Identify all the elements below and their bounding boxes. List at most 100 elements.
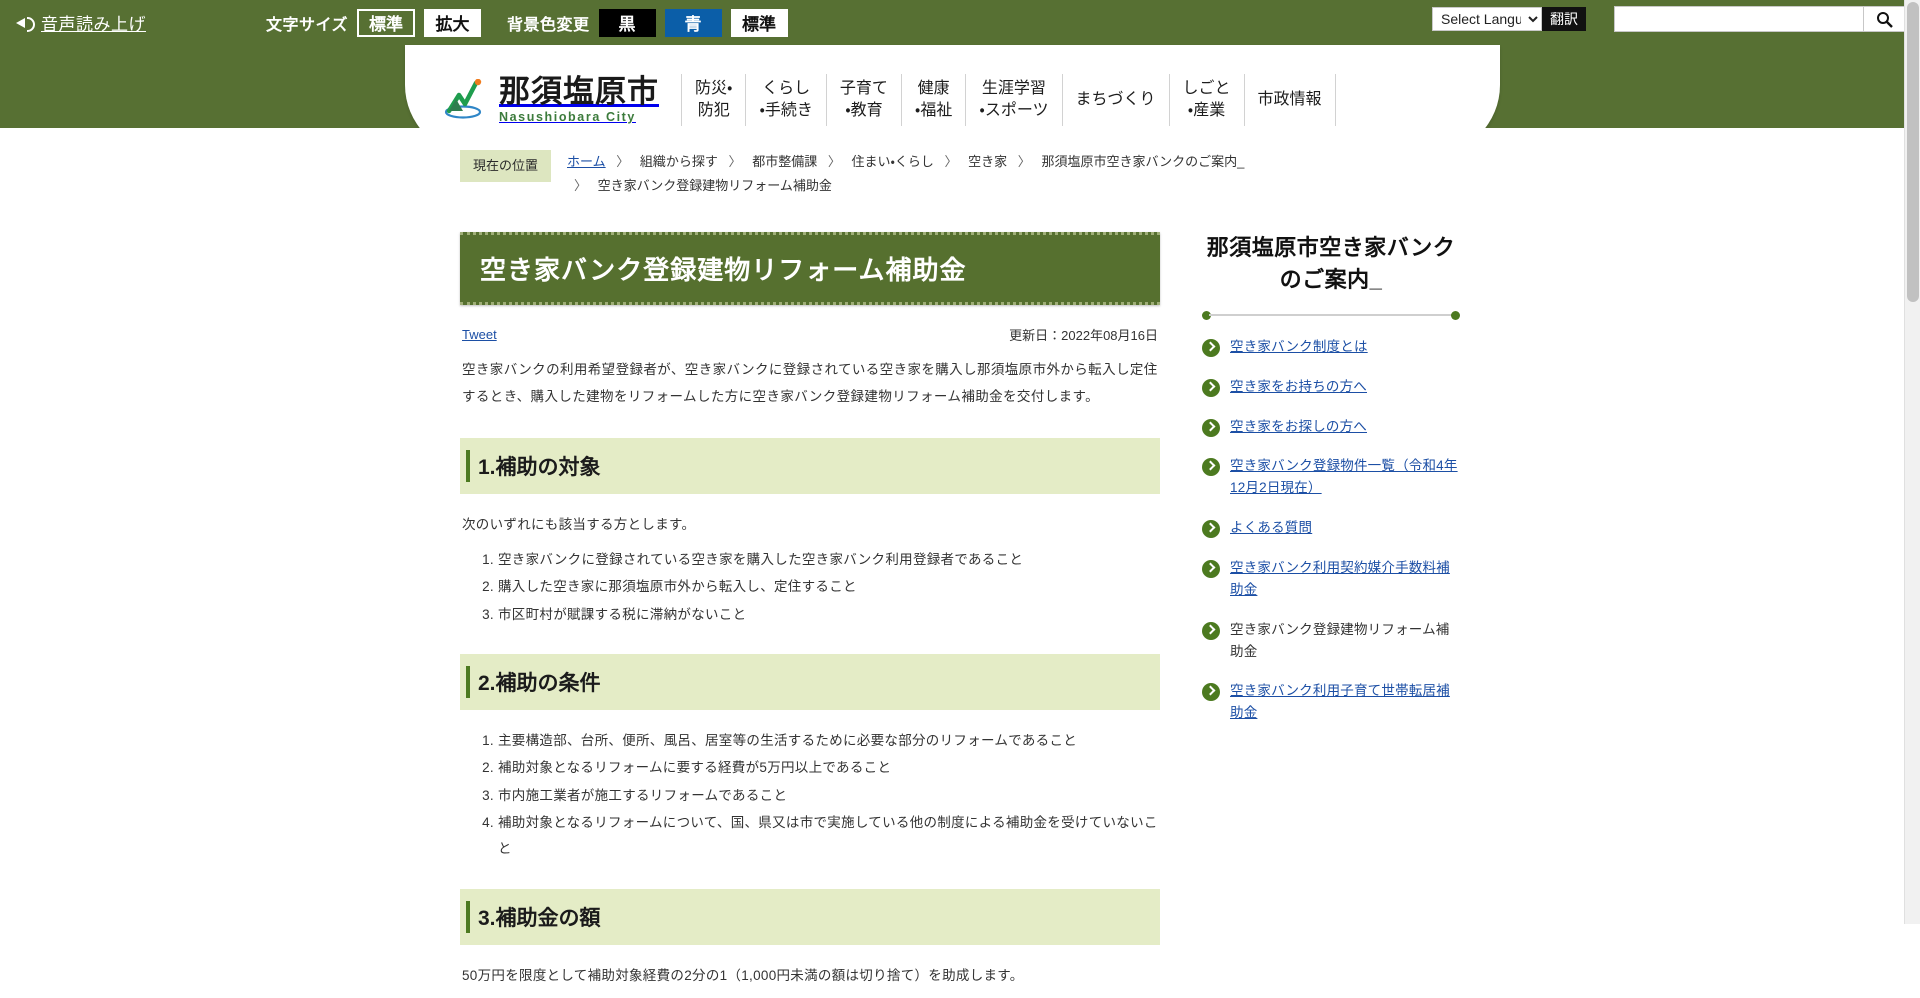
mountain-logo-icon: [443, 78, 489, 121]
breadcrumb-item-akiya-bank-guide[interactable]: 那須塩原市空き家バンクのご案内_: [1041, 154, 1244, 169]
chevron-right-icon: [1202, 338, 1220, 357]
divider-bar: [1209, 313, 1453, 316]
font-size-large-button[interactable]: 拡大: [424, 8, 482, 37]
nav-label-line1: 健康: [917, 80, 950, 98]
sidebar-item-brokerage-subsidy[interactable]: 空き家バンク利用契約媒介手数料補助金: [1202, 557, 1460, 601]
article-meta: Tweet 更新日：2022年08月16日: [462, 325, 1158, 344]
sidebar-link-label[interactable]: 空き家をお持ちの方へ: [1230, 376, 1367, 398]
breadcrumb-item-housing[interactable]: 住まい・くらし: [851, 154, 933, 169]
nav-label-line2: 防犯: [697, 102, 730, 119]
nav-label-line1: まちづくり: [1075, 91, 1156, 109]
breadcrumb-trail: ホーム 〉 組織から探す 〉 都市整備課 〉 住まい・くらし 〉 空き家 〉 那…: [567, 150, 1267, 198]
voice-readout-label: 音声読み上げ: [41, 15, 146, 34]
nav-label-line2: ・産業: [1187, 102, 1226, 119]
sidebar-link-label[interactable]: 空き家バンク利用子育て世帯転居補助金: [1230, 680, 1460, 724]
chevron-right-icon: [1202, 418, 1220, 437]
sidebar: 那須塩原市空き家バンクのご案内_ 空き家バンク制度とは 空き家をお持ちの方へ 空…: [1202, 214, 1460, 742]
section-2-list: 主要構造部、台所、便所、風呂、居室等の生活するために必要な部分のリフォームである…: [460, 728, 1160, 863]
page-title: 空き家バンク登録建物リフォーム補助金: [460, 231, 1160, 305]
sidebar-link-label[interactable]: 空き家バンク制度とは: [1230, 336, 1368, 358]
search-input[interactable]: [1614, 6, 1864, 32]
breadcrumb-item-akiya[interactable]: 空き家: [968, 154, 1007, 169]
section-3-intro: 50万円を限度として補助対象経費の2分の1（1,000円未満の額は切り捨て）を助…: [462, 967, 1024, 983]
site-logo[interactable]: 那須塩原市 Nasushiobara City: [443, 76, 659, 124]
breadcrumb-separator: 〉: [616, 154, 630, 169]
list-item: 主要構造部、台所、便所、風呂、居室等の生活するために必要な部分のリフォームである…: [498, 728, 1160, 754]
search-icon: [1877, 11, 1893, 28]
bg-color-black-button[interactable]: 黒: [598, 8, 656, 37]
translate-button[interactable]: 翻訳: [1542, 7, 1586, 31]
logo-english-name: Nasushiobara City: [499, 110, 636, 125]
chevron-right-icon: [1202, 683, 1220, 702]
breadcrumb-separator: 〉: [728, 154, 742, 169]
content-container: 現在の位置 ホーム 〉 組織から探す 〉 都市整備課 〉 住まい・くらし 〉 空…: [460, 150, 1460, 998]
nav-item-bousai[interactable]: 防災・ 防犯: [681, 74, 745, 126]
lead-paragraph: 空き家バンクの利用希望登録者が、空き家バンクに登録されている空き家を購入し那須塩…: [462, 361, 1158, 404]
two-column-layout: 空き家バンク登録建物リフォーム補助金 Tweet 更新日：2022年08月16日…: [460, 214, 1460, 998]
tweet-button[interactable]: Tweet: [462, 327, 497, 342]
nav-label-line1: 生涯学習: [981, 80, 1046, 98]
nav-label-line1: しごと: [1182, 80, 1231, 98]
font-size-label: 文字サイズ: [266, 16, 349, 34]
section-1-list: 空き家バンクに登録されている空き家を購入した空き家バンク利用登録者であること 購…: [460, 547, 1160, 628]
page-scrollbar[interactable]: [1904, 0, 1920, 924]
nav-item-kenkou[interactable]: 健康 ・福祉: [900, 74, 965, 126]
sidebar-item-seekers[interactable]: 空き家をお探しの方へ: [1202, 416, 1460, 438]
global-navigation: 防災・ 防犯 くらし ・手続き 子育て ・教育 健康 ・福祉 生涯学習 ・スポー…: [681, 69, 1336, 131]
nav-item-kurashi[interactable]: くらし ・手続き: [745, 74, 825, 126]
nav-item-machizukuri[interactable]: まちづくり: [1061, 74, 1169, 126]
sidebar-item-childrearing-subsidy[interactable]: 空き家バンク利用子育て世帯転居補助金: [1202, 680, 1460, 724]
list-item: 市内施工業者が施工するリフォームであること: [498, 783, 1160, 809]
logo-text-block: 那須塩原市 Nasushiobara City: [499, 76, 659, 124]
breadcrumb-separator: 〉: [944, 154, 958, 169]
section-heading-2: 2.補助の条件: [460, 654, 1160, 711]
sidebar-link-label[interactable]: よくある質問: [1230, 517, 1312, 539]
chevron-right-icon: [1202, 560, 1220, 579]
sidebar-item-reform-subsidy-current: 空き家バンク登録建物リフォーム補助金: [1202, 619, 1460, 663]
sidebar-link-label[interactable]: 空き家バンク利用契約媒介手数料補助金: [1230, 557, 1460, 601]
section-heading-1: 1.補助の対象: [460, 437, 1160, 494]
nav-item-shougai-gakushuu[interactable]: 生涯学習 ・スポーツ: [965, 74, 1061, 126]
list-item: 補助対象となるリフォームについて、国、県又は市で実施している他の制度による補助金…: [498, 810, 1160, 863]
bg-color-blue-button[interactable]: 青: [664, 8, 722, 37]
site-header: 那須塩原市 Nasushiobara City 防災・ 防犯 くらし ・手続き …: [0, 45, 1920, 155]
background-color-button-group: 黒 青 標準: [598, 8, 797, 37]
breadcrumb-item-department[interactable]: 都市整備課: [752, 154, 817, 169]
logo-japanese-name: 那須塩原市: [499, 74, 659, 110]
speaker-icon: [16, 14, 36, 32]
breadcrumb-item-current-page: 空き家バンク登録建物リフォーム補助金: [597, 178, 832, 194]
sidebar-link-label: 空き家バンク登録建物リフォーム補助金: [1230, 621, 1450, 659]
sidebar-link-label[interactable]: 空き家バンク登録物件一覧（令和4年12月2日現在）: [1230, 455, 1460, 499]
breadcrumb-item-organization[interactable]: 組織から探す: [640, 154, 718, 169]
nav-item-shisei-jouhou[interactable]: 市政情報: [1243, 74, 1336, 126]
nav-label-line2: ・スポーツ: [979, 102, 1049, 119]
sidebar-item-seido[interactable]: 空き家バンク制度とは: [1202, 336, 1460, 358]
update-date: 更新日：2022年08月16日: [1009, 327, 1158, 343]
breadcrumb-item-home[interactable]: ホーム: [567, 154, 606, 169]
sidebar-link-label[interactable]: 空き家をお探しの方へ: [1230, 416, 1367, 438]
sidebar-item-faq[interactable]: よくある質問: [1202, 517, 1460, 539]
nav-label-line2: ・福祉: [914, 102, 953, 119]
voice-readout-link[interactable]: 音声読み上げ: [16, 10, 146, 35]
chevron-right-icon: [1202, 520, 1220, 539]
nav-label-line1: 市政情報: [1257, 91, 1322, 109]
breadcrumb-separator: 〉: [1017, 154, 1031, 169]
font-size-standard-button[interactable]: 標準: [357, 8, 416, 37]
scrollbar-thumb[interactable]: [1907, 2, 1919, 302]
chevron-right-icon: [1202, 378, 1220, 397]
breadcrumb-separator: 〉: [827, 154, 841, 169]
divider-dot-right: [1451, 310, 1460, 320]
nav-item-kosodate[interactable]: 子育て ・教育: [825, 74, 901, 126]
chevron-right-icon: [1202, 458, 1220, 477]
search-button[interactable]: [1864, 6, 1906, 32]
font-size-button-group: 標準 拡大: [357, 8, 507, 37]
language-select[interactable]: Select Language: [1432, 7, 1542, 31]
sidebar-item-owners[interactable]: 空き家をお持ちの方へ: [1202, 376, 1460, 398]
bg-color-standard-button[interactable]: 標準: [730, 8, 788, 37]
nav-item-shigoto[interactable]: しごと ・産業: [1168, 74, 1244, 126]
header-utility-group: Select Language 翻訳: [1432, 6, 1906, 32]
sidebar-item-listings[interactable]: 空き家バンク登録物件一覧（令和4年12月2日現在）: [1202, 455, 1460, 499]
sidebar-title: 那須塩原市空き家バンクのご案内_: [1206, 235, 1456, 292]
chevron-right-icon: [1202, 621, 1220, 640]
accessibility-bar: 音声読み上げ 文字サイズ 標準 拡大 背景色変更 黒 青 標準 Select L…: [0, 0, 1920, 45]
